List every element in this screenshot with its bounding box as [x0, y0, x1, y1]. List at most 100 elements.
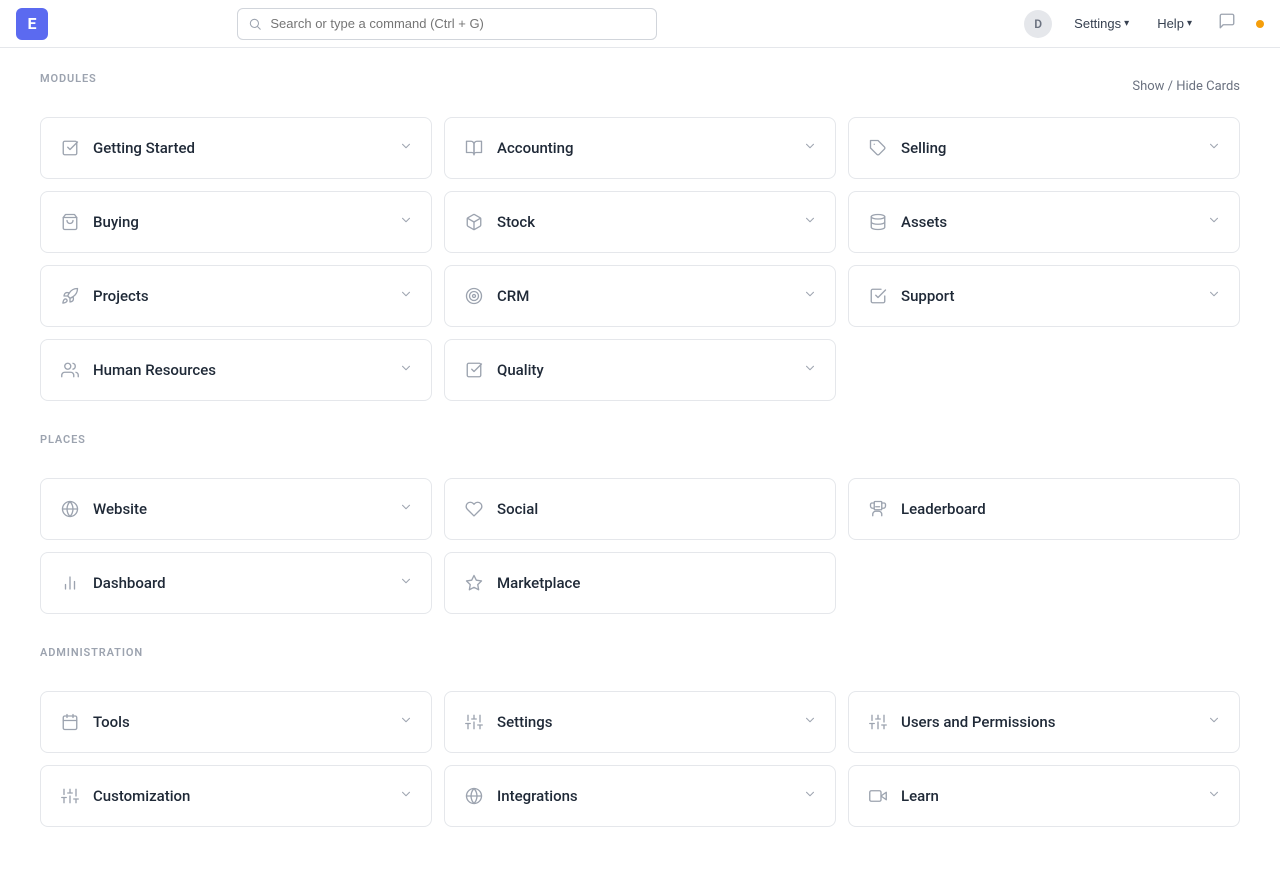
- card-label-integrations: Integrations: [497, 787, 578, 805]
- card-left-human-resources: Human Resources: [59, 361, 216, 379]
- card-left-users-permissions: Users and Permissions: [867, 713, 1055, 731]
- card-left-marketplace: Marketplace: [463, 574, 580, 592]
- card-stock[interactable]: Stock: [444, 191, 836, 253]
- section-modules: MODULES Show / Hide Cards Getting Started A…: [40, 72, 1240, 401]
- search-bar[interactable]: [237, 8, 657, 40]
- card-left-social: Social: [463, 500, 538, 518]
- card-dashboard[interactable]: Dashboard: [40, 552, 432, 614]
- grid-administration: Tools Settings Users and Permissions Custom…: [40, 691, 1240, 827]
- card-marketplace[interactable]: Marketplace: [444, 552, 836, 614]
- main-content: MODULES Show / Hide Cards Getting Started A…: [0, 48, 1280, 883]
- card-label-stock: Stock: [497, 213, 535, 231]
- chevron-down-icon-crm: [803, 287, 817, 305]
- card-label-leaderboard: Leaderboard: [901, 500, 986, 518]
- card-crm[interactable]: CRM: [444, 265, 836, 327]
- card-left-crm: CRM: [463, 287, 529, 305]
- settings-button[interactable]: Settings ▾: [1068, 12, 1135, 35]
- database-icon: [867, 213, 889, 231]
- calendar-icon: [59, 713, 81, 731]
- section-header-modules: MODULES Show / Hide Cards: [40, 72, 1240, 101]
- card-left-integrations: Integrations: [463, 787, 578, 805]
- book-icon: [463, 139, 485, 157]
- tag-icon: [867, 139, 889, 157]
- check-square-icon: [59, 139, 81, 157]
- card-left-tools: Tools: [59, 713, 130, 731]
- chevron-down-icon-getting-started: [399, 139, 413, 157]
- chevron-down-icon-customization: [399, 787, 413, 805]
- card-left-getting-started: Getting Started: [59, 139, 195, 157]
- card-label-settings: Settings: [497, 713, 553, 731]
- card-buying[interactable]: Buying: [40, 191, 432, 253]
- card-label-selling: Selling: [901, 139, 946, 157]
- avatar: D: [1024, 10, 1052, 38]
- heart-icon: [463, 500, 485, 518]
- box-icon: [463, 213, 485, 231]
- card-social[interactable]: Social: [444, 478, 836, 540]
- card-label-crm: CRM: [497, 287, 529, 305]
- card-human-resources[interactable]: Human Resources: [40, 339, 432, 401]
- header: E D Settings ▾ Help ▾: [0, 0, 1280, 48]
- card-label-support: Support: [901, 287, 954, 305]
- chevron-down-icon-learn: [1207, 787, 1221, 805]
- section-label-places: PLACES: [40, 433, 86, 446]
- card-leaderboard[interactable]: Leaderboard: [848, 478, 1240, 540]
- card-left-assets: Assets: [867, 213, 947, 231]
- card-settings[interactable]: Settings: [444, 691, 836, 753]
- globe-icon: [59, 500, 81, 518]
- check-square-2-icon: [463, 361, 485, 379]
- card-quality[interactable]: Quality: [444, 339, 836, 401]
- section-label-modules: MODULES: [40, 72, 97, 85]
- chevron-down-icon-quality: [803, 361, 817, 379]
- chevron-down-icon-tools: [399, 713, 413, 731]
- show-hide-cards-link[interactable]: Show / Hide Cards: [1132, 79, 1240, 94]
- card-left-selling: Selling: [867, 139, 946, 157]
- card-label-assets: Assets: [901, 213, 947, 231]
- sliders-icon: [463, 713, 485, 731]
- card-integrations[interactable]: Integrations: [444, 765, 836, 827]
- chevron-down-icon-users-permissions: [1207, 713, 1221, 731]
- card-selling[interactable]: Selling: [848, 117, 1240, 179]
- users-icon: [59, 361, 81, 379]
- card-tools[interactable]: Tools: [40, 691, 432, 753]
- card-label-quality: Quality: [497, 361, 544, 379]
- card-customization[interactable]: Customization: [40, 765, 432, 827]
- card-getting-started[interactable]: Getting Started: [40, 117, 432, 179]
- grid-modules: Getting Started Accounting Selling Buying St…: [40, 117, 1240, 401]
- card-accounting[interactable]: Accounting: [444, 117, 836, 179]
- card-assets[interactable]: Assets: [848, 191, 1240, 253]
- search-icon: [248, 17, 262, 31]
- chevron-down-icon-selling: [1207, 139, 1221, 157]
- card-website[interactable]: Website: [40, 478, 432, 540]
- grid-places: Website Social Leaderboard Dashboard Marketp…: [40, 478, 1240, 614]
- bar-chart-icon: [59, 574, 81, 592]
- notification-indicator: [1256, 16, 1264, 32]
- chevron-down-icon-assets: [1207, 213, 1221, 231]
- search-input[interactable]: [270, 16, 646, 31]
- chevron-down-icon-settings: [803, 713, 817, 731]
- card-label-users-permissions: Users and Permissions: [901, 713, 1055, 731]
- card-label-getting-started: Getting Started: [93, 139, 195, 157]
- trophy-icon: [867, 500, 889, 518]
- card-label-tools: Tools: [93, 713, 130, 731]
- card-label-social: Social: [497, 500, 538, 518]
- chat-icon-button[interactable]: [1214, 8, 1240, 39]
- chevron-down-icon-accounting: [803, 139, 817, 157]
- chevron-down-icon-stock: [803, 213, 817, 231]
- chevron-down-icon-integrations: [803, 787, 817, 805]
- card-left-learn: Learn: [867, 787, 939, 805]
- card-projects[interactable]: Projects: [40, 265, 432, 327]
- help-button[interactable]: Help ▾: [1151, 12, 1198, 35]
- chevron-down-icon-website: [399, 500, 413, 518]
- card-label-buying: Buying: [93, 213, 139, 231]
- card-left-stock: Stock: [463, 213, 535, 231]
- sliders2-icon: [867, 713, 889, 731]
- card-left-projects: Projects: [59, 287, 149, 305]
- card-learn[interactable]: Learn: [848, 765, 1240, 827]
- card-support[interactable]: Support: [848, 265, 1240, 327]
- header-right: D Settings ▾ Help ▾: [1024, 8, 1264, 39]
- card-left-accounting: Accounting: [463, 139, 573, 157]
- card-users-permissions[interactable]: Users and Permissions: [848, 691, 1240, 753]
- video-icon: [867, 787, 889, 805]
- card-label-dashboard: Dashboard: [93, 574, 166, 592]
- globe2-icon: [463, 787, 485, 805]
